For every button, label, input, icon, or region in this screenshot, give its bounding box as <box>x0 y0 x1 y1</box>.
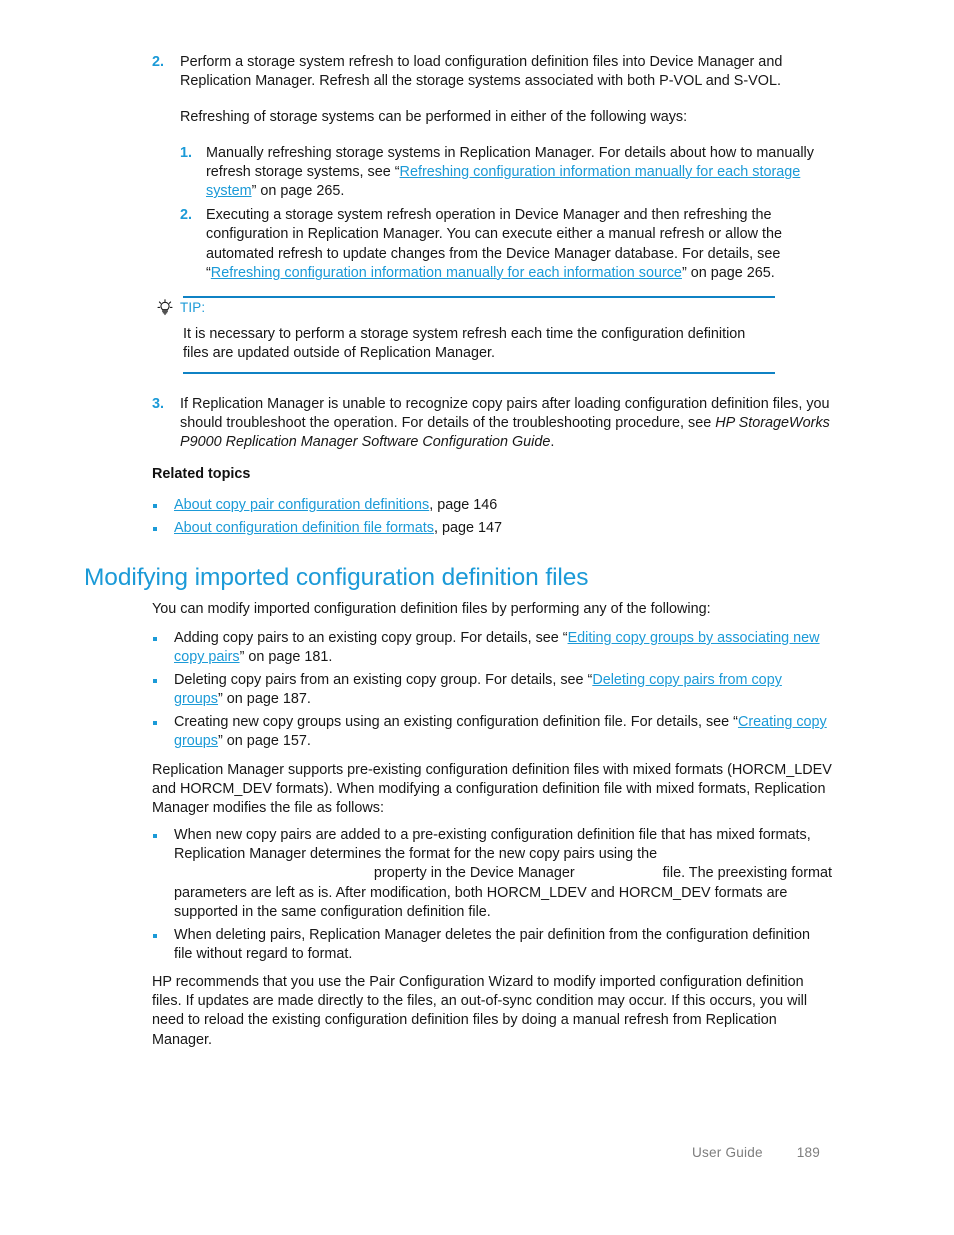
sublist-item-content: Manually refreshing storage systems in R… <box>206 144 832 202</box>
bullet-marker <box>152 496 174 515</box>
step3-text-after: . <box>550 434 555 451</box>
lightbulb-icon <box>157 299 173 316</box>
bullet-marker <box>152 926 174 964</box>
bullet3-text-after: ” on page 157. <box>218 733 311 750</box>
related-topic-content: About copy pair configuration definition… <box>174 496 812 515</box>
link-refreshing-config-each-information-source[interactable]: Refreshing configuration information man… <box>211 265 682 281</box>
bullet2-text-before: Deleting copy pairs from an existing cop… <box>174 672 593 688</box>
sublist-marker: 2. <box>180 207 193 224</box>
sublist-marker: 1. <box>180 144 193 161</box>
bullet-marker <box>152 713 174 751</box>
format-bullet-content: When new copy pairs are added to a pre-e… <box>174 826 832 922</box>
link-about-copy-pair-configuration-definitions[interactable]: About copy pair configuration definition… <box>174 497 429 513</box>
document-page: 2. Perform a storage system refresh to l… <box>0 0 954 1235</box>
page-footer: User Guide 189 <box>692 1145 820 1160</box>
related-topic-item: About configuration definition file form… <box>152 519 812 538</box>
format-bullet-item: When new copy pairs are added to a pre-e… <box>152 826 832 922</box>
modify-bullet-content: Creating new copy groups using an existi… <box>174 713 832 751</box>
ordered-list-item-3: 3. If Replication Manager is unable to r… <box>152 395 832 453</box>
missing-glyph-run <box>575 864 663 883</box>
format-bullet1-part1: When new copy pairs are added to a pre-e… <box>174 827 811 863</box>
list-item-content: Perform a storage system refresh to load… <box>180 53 832 283</box>
section-intro-paragraph: You can modify imported configuration de… <box>152 601 711 617</box>
tip-body-text: It is necessary to perform a storage sys… <box>183 326 746 362</box>
related-topic-page: , page 146 <box>429 497 498 513</box>
bullet1-text-after: ” on page 181. <box>239 649 333 666</box>
substep1-text-after: ” on page 265. <box>251 183 345 200</box>
sublist-item-content: Executing a storage system refresh opera… <box>206 206 832 283</box>
section-heading: Modifying imported configuration definit… <box>84 564 589 591</box>
modify-bullet-item: Creating new copy groups using an existi… <box>152 713 832 751</box>
related-topic-item: About copy pair configuration definition… <box>152 496 812 515</box>
modify-bullet-item: Deleting copy pairs from an existing cop… <box>152 671 832 709</box>
format-bullet-content: When deleting pairs, Replication Manager… <box>174 927 810 963</box>
footer-label: User Guide <box>692 1145 763 1160</box>
missing-glyph-run <box>174 864 374 883</box>
bullet-marker <box>152 826 174 922</box>
related-topic-page: , page 147 <box>433 520 503 536</box>
format-bullet-item: When deleting pairs, Replication Manager… <box>152 926 832 964</box>
list-marker: 2. <box>152 54 165 70</box>
step2-paragraph-1: Perform a storage system refresh to load… <box>180 54 783 90</box>
tip-bottom-rule <box>183 372 775 374</box>
step2-paragraph-2: Refreshing of storage systems can be per… <box>180 109 688 126</box>
ordered-sublist-item-2: 2. Executing a storage system refresh op… <box>180 206 832 283</box>
list-item-content: If Replication Manager is unable to reco… <box>180 395 832 453</box>
bullet2-text-after: ” on page 187. <box>218 691 311 708</box>
tip-label: TIP: <box>180 300 206 315</box>
page-number: 189 <box>796 1145 821 1160</box>
bullet-marker <box>152 671 174 709</box>
modify-bullet-content: Deleting copy pairs from an existing cop… <box>174 671 832 709</box>
ordered-sublist-item-1: 1. Manually refreshing storage systems i… <box>180 144 832 202</box>
modify-bullet-item: Adding copy pairs to an existing copy gr… <box>152 629 832 667</box>
list-marker: 3. <box>152 396 165 412</box>
bullet-marker <box>152 629 174 667</box>
tip-header: TIP: <box>157 299 205 316</box>
bullet-marker <box>152 519 174 538</box>
link-about-configuration-definition-file-formats[interactable]: About configuration definition file form… <box>174 520 434 536</box>
bullet1-text-before: Adding copy pairs to an existing copy gr… <box>174 630 568 646</box>
related-topic-content: About configuration definition file form… <box>174 519 812 538</box>
substep2-text-after: ” on page 265. <box>681 264 775 281</box>
closing-paragraph: HP recommends that you use the Pair Conf… <box>152 974 808 1048</box>
ordered-list-item-2: 2. Perform a storage system refresh to l… <box>152 53 832 283</box>
related-topics-heading: Related topics <box>152 466 251 482</box>
mixed-formats-paragraph: Replication Manager supports pre-existin… <box>152 762 832 817</box>
modify-bullet-content: Adding copy pairs to an existing copy gr… <box>174 629 832 667</box>
bullet3-text-before: Creating new copy groups using an existi… <box>174 714 738 730</box>
format-bullet1-part2: property in the Device Manager <box>373 865 575 882</box>
tip-top-rule <box>183 296 775 298</box>
